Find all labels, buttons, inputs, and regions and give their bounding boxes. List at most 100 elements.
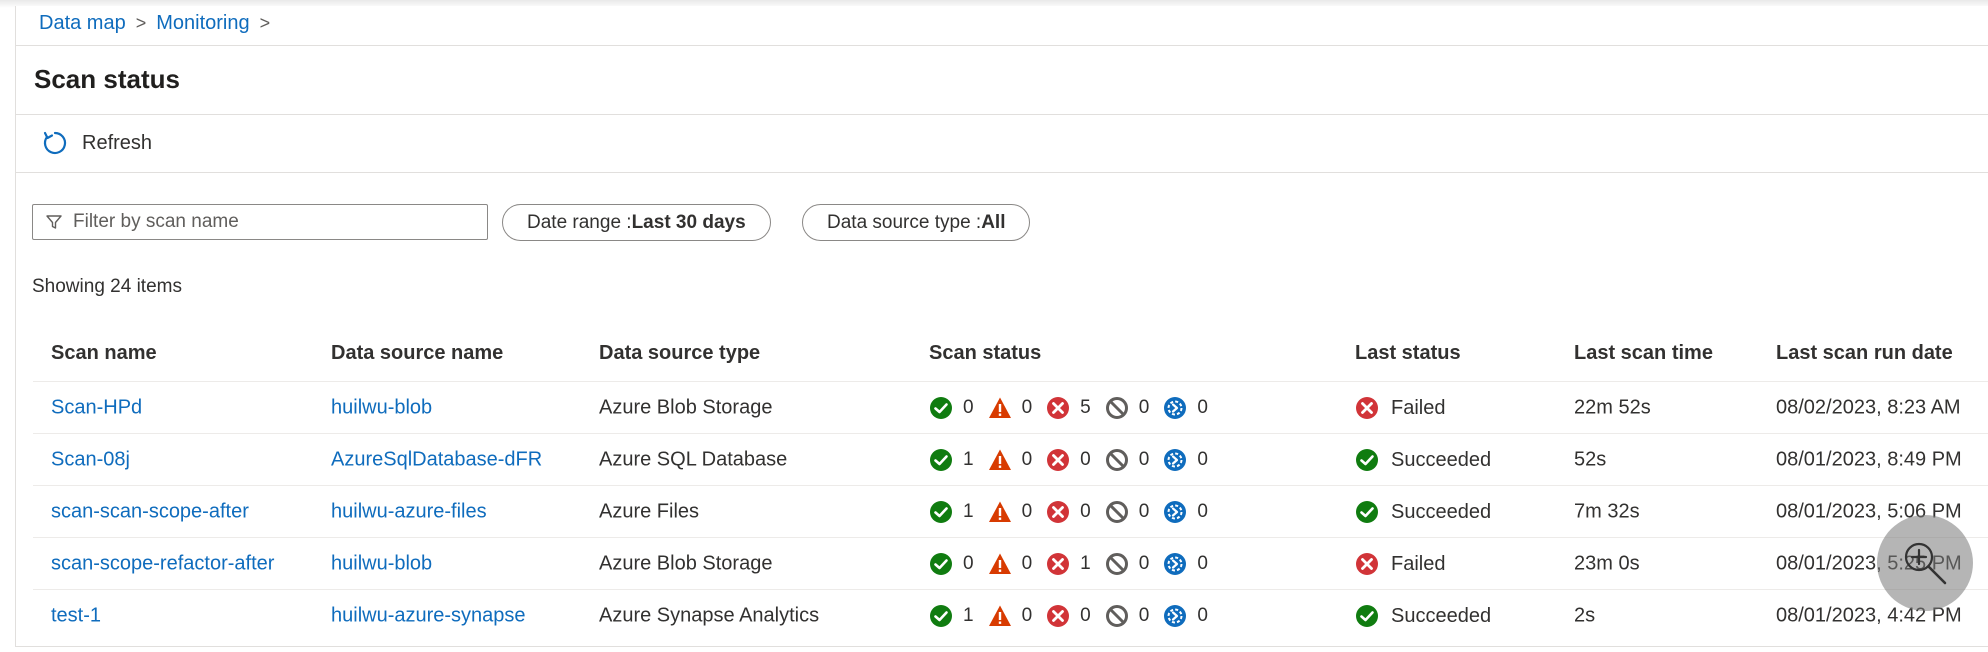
- last-scan-time: 22m 52s: [1574, 396, 1651, 419]
- canceled-count: 0: [1138, 553, 1150, 574]
- data-source-type: Azure SQL Database: [599, 448, 788, 471]
- warning-triangle-icon: [988, 448, 1012, 472]
- data-source-type: Azure Synapse Analytics: [599, 604, 820, 627]
- failed-count: 0: [1080, 449, 1091, 470]
- failed-count: 0: [1080, 605, 1091, 626]
- blocked-circle-icon: [1105, 552, 1129, 576]
- check-circle-icon: [929, 500, 953, 524]
- check-circle-icon: [929, 396, 953, 420]
- failed-count: 5: [1080, 397, 1091, 418]
- column-header-data-source-type[interactable]: Data source type: [599, 342, 760, 365]
- in-progress-count: 0: [1197, 553, 1208, 574]
- refresh-button[interactable]: Refresh: [42, 130, 152, 156]
- canceled-count: 0: [1138, 501, 1150, 522]
- last-status-text: Succeeded: [1391, 500, 1492, 523]
- scan-name-link[interactable]: Scan-HPd: [51, 397, 142, 420]
- blocked-circle-icon: [1105, 396, 1129, 420]
- last-status-text: Succeeded: [1391, 604, 1492, 627]
- scan-name-link[interactable]: scan-scan-scope-after: [51, 501, 249, 524]
- error-circle-icon: [1355, 396, 1379, 420]
- warning-triangle-icon: [988, 604, 1012, 628]
- error-circle-icon: [1355, 552, 1379, 576]
- table-row[interactable]: test-1 huilwu-azure-synapse Azure Synaps…: [33, 589, 1988, 642]
- column-header-scan-status[interactable]: Scan status: [929, 342, 1041, 365]
- error-circle-icon: [1046, 500, 1070, 524]
- in-progress-circle-icon: [1163, 396, 1187, 420]
- table-row[interactable]: scan-scope-refactor-after huilwu-blob Az…: [33, 537, 1988, 590]
- last-scan-time: 2s: [1574, 604, 1596, 627]
- last-scan-time: 23m 0s: [1574, 552, 1640, 575]
- last-scan-time: 7m 32s: [1574, 500, 1640, 523]
- warning-triangle-icon: [988, 552, 1012, 576]
- column-header-last-status[interactable]: Last status: [1355, 342, 1461, 365]
- data-source-name-link[interactable]: huilwu-azure-synapse: [331, 605, 526, 628]
- filter-icon: [46, 215, 62, 229]
- scan-name-link[interactable]: Scan-08j: [51, 449, 130, 472]
- data-source-name-link[interactable]: AzureSqlDatabase-dFR: [331, 449, 542, 472]
- filter-by-scan-name-input[interactable]: [71, 210, 475, 234]
- warning-count: 0: [1021, 397, 1033, 418]
- check-circle-icon: [929, 448, 953, 472]
- scan-name-link[interactable]: scan-scope-refactor-after: [51, 553, 274, 576]
- table-row[interactable]: Scan-HPd huilwu-blob Azure Blob Storage …: [33, 381, 1988, 434]
- blocked-circle-icon: [1105, 448, 1129, 472]
- last-status: Succeeded: [1355, 448, 1491, 472]
- warning-count: 0: [1021, 501, 1033, 522]
- zoom-button[interactable]: [1877, 515, 1973, 611]
- last-scan-run-date: 08/01/2023, 8:49 PM: [1776, 448, 1962, 471]
- data-source-type: Azure Blob Storage: [599, 396, 773, 419]
- date-range-value: Last 30 days: [631, 211, 746, 233]
- breadcrumb-separator: >: [135, 12, 147, 33]
- in-progress-circle-icon: [1163, 500, 1187, 524]
- last-status: Succeeded: [1355, 500, 1491, 524]
- check-circle-icon: [929, 552, 953, 576]
- in-progress-count: 0: [1197, 501, 1208, 522]
- scan-status-counts: 0 0 5 0 0: [929, 396, 1222, 420]
- date-range-label: Date range :: [527, 211, 632, 233]
- table-row[interactable]: scan-scan-scope-after huilwu-azure-files…: [33, 485, 1988, 538]
- zoom-in-icon: [1904, 542, 1947, 585]
- column-header-last-scan-run-date[interactable]: Last scan run date: [1776, 342, 1953, 365]
- data-source-type-label: Data source type :: [827, 211, 982, 233]
- table-row[interactable]: Scan-08j AzureSqlDatabase-dFR Azure SQL …: [33, 433, 1988, 486]
- check-circle-icon: [929, 604, 953, 628]
- blocked-circle-icon: [1105, 500, 1129, 524]
- refresh-label: Refresh: [82, 131, 153, 154]
- last-status-text: Failed: [1391, 552, 1446, 575]
- check-circle-icon: [1355, 604, 1379, 628]
- divider: [16, 114, 1988, 115]
- column-header-last-scan-time[interactable]: Last scan time: [1574, 342, 1713, 365]
- in-progress-circle-icon: [1163, 604, 1187, 628]
- last-scan-run-date: 08/02/2023, 8:23 AM: [1776, 396, 1961, 419]
- canceled-count: 0: [1138, 605, 1150, 626]
- failed-count: 0: [1080, 501, 1091, 522]
- data-source-name-link[interactable]: huilwu-azure-files: [331, 501, 487, 524]
- data-source-type-value: All: [981, 211, 1006, 233]
- breadcrumb: Data map > Monitoring >: [39, 10, 280, 36]
- error-circle-icon: [1046, 552, 1070, 576]
- column-header-data-source-name[interactable]: Data source name: [331, 342, 503, 365]
- data-source-name-link[interactable]: huilwu-blob: [331, 553, 432, 576]
- items-count: Showing 24 items: [32, 276, 182, 297]
- warning-triangle-icon: [988, 500, 1012, 524]
- scan-name-link[interactable]: test-1: [51, 605, 101, 628]
- error-circle-icon: [1046, 604, 1070, 628]
- filter-box[interactable]: [32, 204, 488, 240]
- last-status-text: Succeeded: [1391, 448, 1492, 471]
- last-status: Succeeded: [1355, 604, 1491, 628]
- breadcrumb-monitoring[interactable]: Monitoring: [156, 12, 249, 35]
- data-source-name-link[interactable]: huilwu-blob: [331, 397, 432, 420]
- scan-status-counts: 1 0 0 0 0: [929, 500, 1222, 524]
- breadcrumb-data-map[interactable]: Data map: [39, 12, 126, 35]
- failed-count: 1: [1080, 553, 1091, 574]
- column-header-scan-name[interactable]: Scan name: [51, 342, 157, 365]
- canceled-count: 0: [1138, 449, 1150, 470]
- page-title: Scan status: [34, 64, 180, 94]
- data-source-type-filter[interactable]: Data source type : All: [802, 204, 1031, 241]
- check-circle-icon: [1355, 448, 1379, 472]
- last-status: Failed: [1355, 552, 1445, 576]
- divider: [16, 45, 1988, 46]
- date-range-filter[interactable]: Date range : Last 30 days: [502, 204, 771, 241]
- warning-triangle-icon: [988, 396, 1012, 420]
- blocked-circle-icon: [1105, 604, 1129, 628]
